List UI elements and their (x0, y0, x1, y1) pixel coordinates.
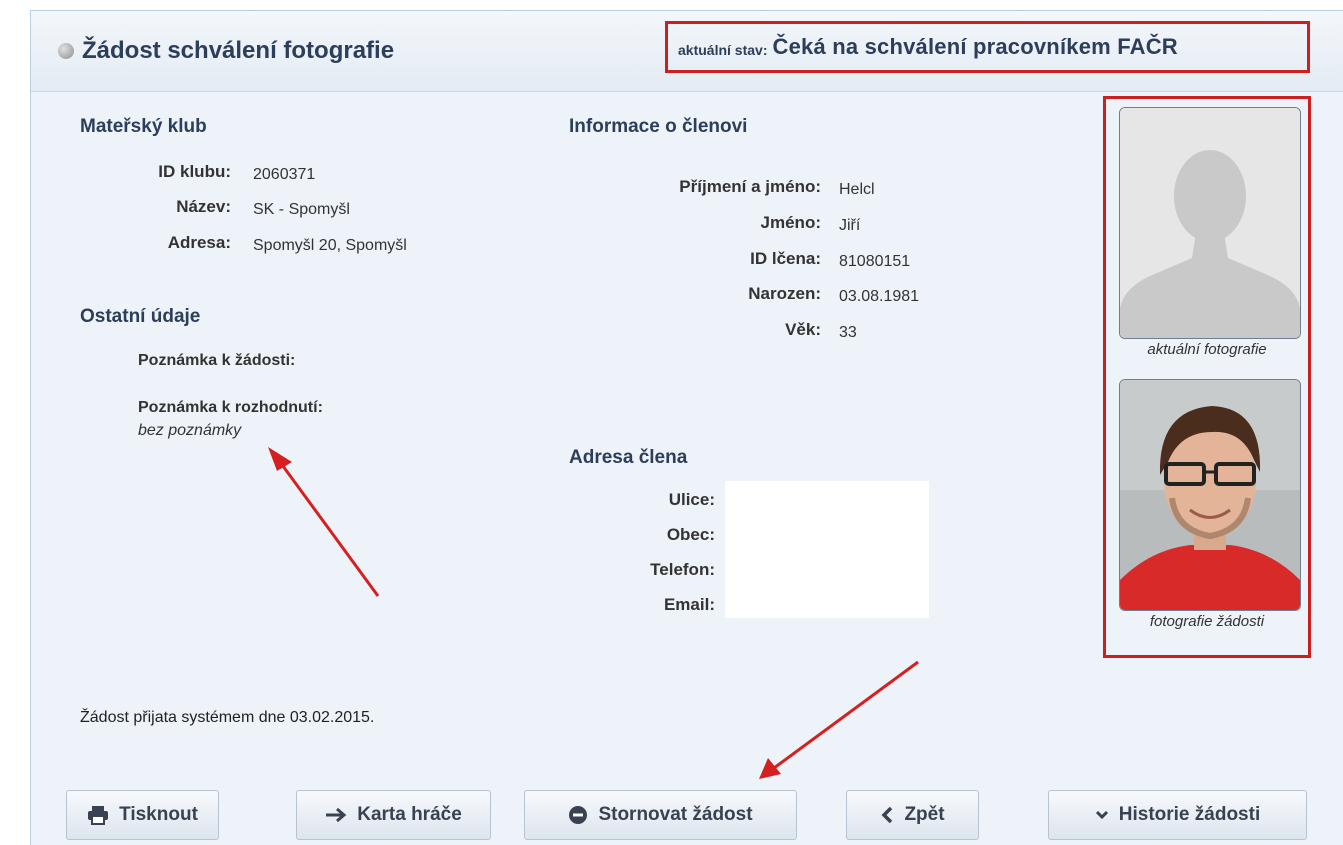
member-heading: Informace o členovi (569, 116, 748, 137)
club-heading: Mateřský klub (80, 116, 207, 137)
club-name-label: Název: (176, 197, 231, 216)
history-button[interactable]: Historie žádosti (1048, 790, 1307, 840)
chevron-left-icon (881, 806, 893, 824)
club-id-value: 2060371 (253, 166, 316, 183)
redacted-address-values (725, 481, 929, 618)
player-card-button-label: Karta hráče (357, 804, 462, 825)
member-age-value: 33 (839, 324, 857, 341)
club-address-value: Spomyšl 20, Spomyšl (253, 237, 407, 254)
cancel-request-button[interactable]: Stornovat žádost (524, 790, 797, 840)
address-phone-label: Telefon: (650, 560, 715, 579)
address-email-label: Email: (663, 595, 715, 614)
member-id-value: 81080151 (839, 253, 911, 270)
arrow-right-icon (326, 807, 347, 823)
print-button-label: Tisknout (119, 804, 198, 825)
member-firstname-value: Jiří (839, 217, 861, 234)
member-birthdate-label: Narozen: (748, 284, 821, 303)
member-id-label: ID lčena: (750, 249, 821, 268)
printer-icon (88, 806, 109, 825)
address-street-label: Ulice: (668, 490, 715, 509)
state-value: Čeká na schválení pracovníkem FAČR (772, 34, 1178, 59)
member-firstname-label: Jméno: (760, 213, 821, 232)
request-panel: Žádost schválení fotografie aktuální sta… (30, 10, 1343, 845)
club-name-value: SK - Spomyšl (253, 201, 350, 218)
back-button[interactable]: Zpět (846, 790, 979, 840)
member-portrait-image (1120, 380, 1300, 610)
request-photo-caption: fotografie žádosti (1149, 613, 1265, 630)
chevron-down-icon (1095, 810, 1108, 820)
member-birthdate-value: 03.08.1981 (839, 288, 920, 305)
panel-header: Žádost schválení fotografie aktuální sta… (31, 11, 1343, 92)
person-silhouette-icon (1120, 108, 1300, 338)
request-note-label: Poznámka k žádosti: (138, 352, 296, 369)
address-heading: Adresa člena (569, 447, 688, 468)
address-city-label: Obec: (666, 525, 715, 544)
current-photo-placeholder (1119, 107, 1301, 339)
member-age-label: Věk: (785, 320, 821, 339)
state-label: aktuální stav: (678, 41, 768, 58)
club-id-label: ID klubu: (158, 162, 231, 181)
history-button-label: Historie žádosti (1118, 804, 1261, 825)
current-photo-caption: aktuální fotografie (1147, 341, 1267, 358)
status-dot-icon (58, 43, 74, 59)
club-address-label: Adresa: (167, 233, 231, 252)
member-fullname-value: Helcl (839, 181, 875, 198)
page-title: Žádost schválení fotografie (82, 37, 395, 64)
request-photo (1119, 379, 1301, 611)
photos-highlight-frame: aktuální fotografie fotografie žádosti (1103, 96, 1311, 658)
minus-circle-icon (569, 806, 588, 824)
received-info: Žádost přijata systémem dne 03.02.2015. (80, 709, 375, 726)
decision-note-label: Poznámka k rozhodnutí: (138, 399, 323, 416)
back-button-label: Zpět (904, 804, 945, 825)
decision-note-value: bez poznámky (138, 422, 242, 439)
print-button[interactable]: Tisknout (66, 790, 219, 840)
cancel-request-button-label: Stornovat žádost (598, 804, 753, 825)
other-heading: Ostatní údaje (80, 306, 201, 327)
current-state-box: aktuální stav: Čeká na schválení pracovn… (665, 21, 1310, 73)
member-fullname-label: Příjmení a jméno: (679, 177, 821, 196)
player-card-button[interactable]: Karta hráče (296, 790, 491, 840)
